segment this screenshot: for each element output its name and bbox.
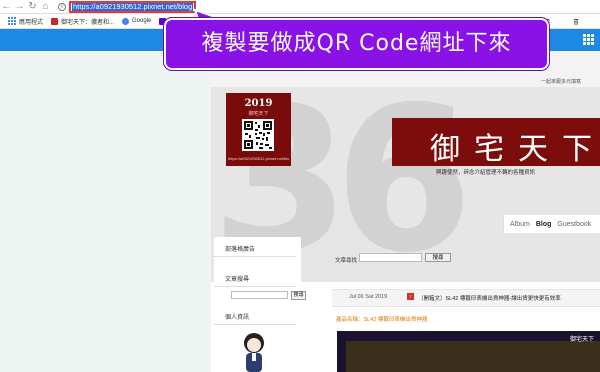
qr-card[interactable]: 2019 御宅天下 https://a0921930512.pixnet.net… (226, 93, 291, 166)
search-label: 文章尋找 (335, 258, 358, 264)
nav-blog[interactable]: Blog (536, 221, 552, 228)
reload-icon[interactable]: ↻ (26, 0, 39, 13)
header-subtitle: 一起來跟多元填寫 (541, 79, 582, 85)
apps-icon (8, 17, 16, 25)
url-highlight-box: https://a0921930512.pixnet.net/blog (69, 1, 197, 13)
sidebar-header-profile: 個人資訊 (214, 311, 296, 325)
callout-text: 複製要做成QR Code網址下來 (201, 31, 512, 56)
qr-url: https://a0921930512.pixnet.net/blog (228, 156, 289, 161)
product-image-label: 御宅天下 (570, 336, 595, 343)
banner-subtitle: 興趣使然，碎念介紹管理不轉的各種資訊 (436, 170, 536, 176)
blog-nav: Album Blog Guestbook (503, 215, 600, 233)
back-icon[interactable]: ← (0, 0, 13, 13)
sidebar-header-ads: 部落格廣告 (214, 243, 296, 257)
search-button[interactable]: 搜尋 (425, 253, 451, 262)
qr-subtitle: 御宅天下 (248, 111, 269, 117)
product-image-inner (346, 341, 600, 372)
nav-album[interactable]: Album (510, 221, 530, 228)
address-bar[interactable]: i https://a0921930512.pixnet.net/blog (58, 1, 598, 13)
page-left-background (0, 51, 211, 372)
forward-icon[interactable]: → (13, 0, 26, 13)
home-icon[interactable]: ⌂ (39, 0, 52, 13)
bookmark-book[interactable]: 書 (573, 17, 579, 26)
search-input[interactable] (359, 253, 422, 262)
post-date: Jul 06 Sat 2019 (349, 294, 388, 300)
product-name: 產品名稱：SL42 標籤印表機出貨神器 (336, 317, 428, 323)
apps-grid-icon[interactable] (583, 34, 594, 45)
title-banner[interactable]: 御宅天下 (392, 118, 600, 167)
nav-guestbook[interactable]: Guestbook (557, 221, 591, 228)
url-text[interactable]: https://a0921930512.pixnet.net/blog (72, 3, 194, 11)
info-icon[interactable]: i (58, 3, 66, 11)
bookmark-otaku[interactable]: 御宅天下：儂者和... (51, 17, 114, 26)
avatar (244, 333, 264, 372)
bookmark-google[interactable]: Google (122, 17, 151, 25)
sidebar-search-input[interactable] (231, 291, 288, 299)
address-bar-row: ← → ↻ ⌂ i https://a0921930512.pixnet.net… (0, 0, 600, 14)
post-title[interactable]: （開箱文）SL42 標籤印表機出貨神器-讓出貨更快更有效率 (418, 294, 561, 302)
blog-title: 御宅天下 (430, 132, 600, 167)
sidebar-header-search: 文章搜尋 (214, 273, 296, 287)
post-badge: T (407, 293, 414, 300)
google-icon (122, 17, 130, 25)
bookmark-favicon-icon (51, 17, 59, 25)
qr-code-icon (242, 119, 274, 151)
blog-page: 36 一起來跟多元填寫 2019 御宅天下 https://a092193051… (211, 51, 600, 372)
qr-year: 2019 (244, 98, 273, 109)
sidebar-search-button[interactable]: 搜尋 (291, 291, 306, 300)
bookmark-apps[interactable]: 應用程式 (8, 17, 43, 26)
